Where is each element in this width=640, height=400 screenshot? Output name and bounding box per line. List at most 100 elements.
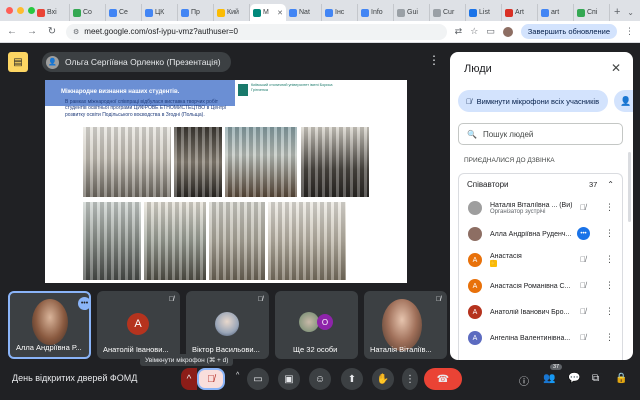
camera-button[interactable]: ▭ bbox=[247, 368, 269, 390]
browser-tab[interactable]: Gui bbox=[394, 4, 430, 21]
participant-tile[interactable]: 🎙̸ Наталія Віталіїв... bbox=[364, 291, 447, 359]
participant-tile[interactable]: O Ще 32 особи bbox=[275, 291, 358, 359]
more-vert-icon[interactable]: ⋮ bbox=[605, 202, 614, 213]
presenter-chip[interactable]: 👤 Ольга Сергіївна Орленко (Презентація) bbox=[42, 52, 231, 72]
chevron-up-icon[interactable]: ⌃ bbox=[607, 180, 614, 189]
maximize-window-icon[interactable] bbox=[28, 7, 35, 14]
scrollbar[interactable] bbox=[628, 152, 631, 222]
new-tab-icon[interactable]: + bbox=[610, 4, 624, 21]
present-button[interactable]: ⬆ bbox=[341, 368, 363, 390]
participant-info: Алла Андріївна Руденч... bbox=[490, 231, 585, 238]
tab-search-icon[interactable]: ⌄ bbox=[627, 4, 640, 21]
more-vert-icon[interactable]: ⋮ bbox=[605, 254, 614, 265]
add-people-button[interactable]: 👤 bbox=[614, 90, 633, 112]
mic-toggle-button[interactable]: 🎙̸ bbox=[197, 368, 225, 390]
more-vert-icon[interactable]: ⋮ bbox=[605, 332, 614, 343]
more-options-button[interactable]: ⋮ bbox=[402, 368, 418, 390]
meeting-title: День відкритих дверей ФОМД bbox=[12, 373, 138, 383]
browser-tab[interactable]: Кий bbox=[214, 4, 250, 21]
participant-name: Анастасія bbox=[490, 253, 522, 260]
extensions-icon[interactable]: ▭ bbox=[486, 26, 495, 37]
bookmark-star-icon[interactable]: ☆ bbox=[470, 26, 478, 37]
people-panel: Люди ✕ 🎙̸ Вимкнути мікрофони всіх учасни… bbox=[450, 52, 633, 360]
end-call-button[interactable]: ☎ bbox=[424, 368, 462, 390]
browser-tab[interactable]: art bbox=[538, 4, 574, 21]
tab-favicon-icon bbox=[397, 8, 405, 17]
participant-avatar: A bbox=[468, 279, 482, 293]
info-icon[interactable]: ⓘ bbox=[519, 373, 529, 388]
close-icon[interactable]: ✕ bbox=[611, 61, 621, 75]
more-vert-icon[interactable]: ⋮ bbox=[605, 228, 614, 239]
people-count-badge: 37 bbox=[550, 364, 563, 370]
search-people-input[interactable]: 🔍 Пошук людей bbox=[458, 123, 623, 145]
participant-tile[interactable]: 🎙̸ Віктор Васильови... bbox=[186, 291, 269, 359]
update-button[interactable]: Завершить обновление bbox=[520, 24, 617, 39]
mic-off-icon[interactable]: 🎙̸ bbox=[580, 281, 586, 290]
mic-options-caret[interactable]: ^ bbox=[181, 368, 197, 390]
browser-tab[interactable]: ЦК bbox=[142, 4, 178, 21]
close-tab-icon[interactable]: ✕ bbox=[277, 9, 283, 17]
mic-off-icon[interactable]: 🎙̸ bbox=[580, 307, 586, 316]
raise-hand-button[interactable]: ✋ bbox=[372, 368, 394, 390]
minimize-window-icon[interactable] bbox=[17, 7, 24, 14]
browser-tab[interactable]: Спі bbox=[574, 4, 610, 21]
participant-row[interactable]: A Анастасія Романівна С... 🎙̸ ⋮ bbox=[459, 273, 622, 299]
camera-icon: ▭ bbox=[253, 373, 263, 385]
search-placeholder: Пошук людей bbox=[482, 129, 534, 139]
captions-button[interactable]: ▣ bbox=[278, 368, 300, 390]
more-vert-icon[interactable]: ⋮ bbox=[605, 306, 614, 317]
tab-label: Інс bbox=[335, 9, 345, 16]
slide-text: В рамках міжнародної співпраці відбулася… bbox=[65, 99, 227, 118]
mic-off-icon[interactable]: 🎙̸ bbox=[580, 333, 586, 342]
browser-tab[interactable]: Nat bbox=[286, 4, 322, 21]
participant-tile[interactable]: ••• Алла Андріївна Р... bbox=[8, 291, 91, 359]
address-bar[interactable]: ⚙ meet.google.com/osf-iypu-vmz?authuser=… bbox=[66, 23, 447, 40]
more-vert-icon[interactable]: ⋮ bbox=[605, 280, 614, 291]
browser-tab[interactable]: Вхі bbox=[34, 4, 70, 21]
participant-row[interactable]: A Ангеліна Валентинівна... 🎙̸ ⋮ bbox=[459, 325, 622, 351]
participant-row[interactable]: Наталія Віталіївна ... (Ви) Організатор з… bbox=[459, 195, 622, 221]
browser-tab[interactable]: Пр bbox=[178, 4, 214, 21]
meet-top-bar: ▤ 👤 Ольга Сергіївна Орленко (Презентація… bbox=[0, 43, 450, 81]
mic-off-icon[interactable]: 🎙̸ bbox=[580, 203, 586, 212]
reload-icon[interactable]: ↻ bbox=[46, 26, 58, 37]
activities-icon[interactable]: ⧉ bbox=[592, 373, 599, 384]
browser-tab[interactable]: Cur bbox=[430, 4, 466, 21]
participant-row[interactable]: A Анастасія ✋ 🎙̸ ⋮ bbox=[459, 247, 622, 273]
camera-options-caret[interactable]: ^ bbox=[236, 372, 239, 379]
group-header[interactable]: Співавтори 37 ⌃ bbox=[458, 173, 623, 195]
close-window-icon[interactable] bbox=[6, 7, 13, 14]
presentation-icon[interactable]: ▤ bbox=[8, 52, 28, 72]
browser-tab[interactable]: M ✕ bbox=[250, 4, 286, 21]
participant-video bbox=[382, 299, 422, 351]
host-controls-icon[interactable]: 🔒 bbox=[615, 373, 627, 384]
forward-arrow-icon[interactable]: → bbox=[26, 26, 38, 37]
emoji-button[interactable]: ☺ bbox=[309, 368, 331, 390]
mute-all-button[interactable]: 🎙̸ Вимкнути мікрофони всіх учасників bbox=[458, 90, 608, 112]
back-arrow-icon[interactable]: ← bbox=[6, 26, 18, 37]
browser-tab[interactable]: Co bbox=[70, 4, 106, 21]
participant-tile[interactable]: 🎙̸ A Анатолій Іванови... bbox=[97, 291, 180, 359]
chat-icon[interactable]: 💬 bbox=[568, 373, 580, 384]
more-options-icon[interactable]: ••• bbox=[78, 297, 89, 310]
participant-row[interactable]: Алла Андріївна Руденч... ••• ⋮ bbox=[459, 221, 622, 247]
participant-name: Наталія Віталіївна ... (Ви) bbox=[490, 201, 573, 209]
site-info-icon[interactable]: ⚙ bbox=[73, 28, 79, 36]
browser-tab[interactable]: Се bbox=[106, 4, 142, 21]
tab-label: Кий bbox=[227, 9, 239, 16]
tab-label: M bbox=[263, 9, 269, 16]
participant-row[interactable]: A Анатолій Іванович Бро... 🎙̸ ⋮ bbox=[459, 299, 622, 325]
browser-tab[interactable]: List bbox=[466, 4, 502, 21]
browser-tab[interactable]: Art bbox=[502, 4, 538, 21]
browser-tab[interactable]: Info bbox=[358, 4, 394, 21]
slide-photo bbox=[174, 127, 222, 197]
browser-menu-icon[interactable]: ⋮ bbox=[625, 26, 634, 37]
translate-icon[interactable]: ⇄ bbox=[455, 26, 463, 37]
profile-avatar[interactable] bbox=[502, 26, 513, 37]
browser-tab[interactable]: Інс bbox=[322, 4, 358, 21]
people-icon[interactable]: 👥 bbox=[543, 373, 555, 384]
shared-presentation: Міжнародне визнання наших студентів. Киї… bbox=[45, 80, 407, 283]
mic-off-icon[interactable]: 🎙̸ bbox=[580, 255, 586, 264]
more-options-icon[interactable]: ⋮ bbox=[428, 53, 440, 67]
window-controls[interactable] bbox=[6, 7, 35, 14]
